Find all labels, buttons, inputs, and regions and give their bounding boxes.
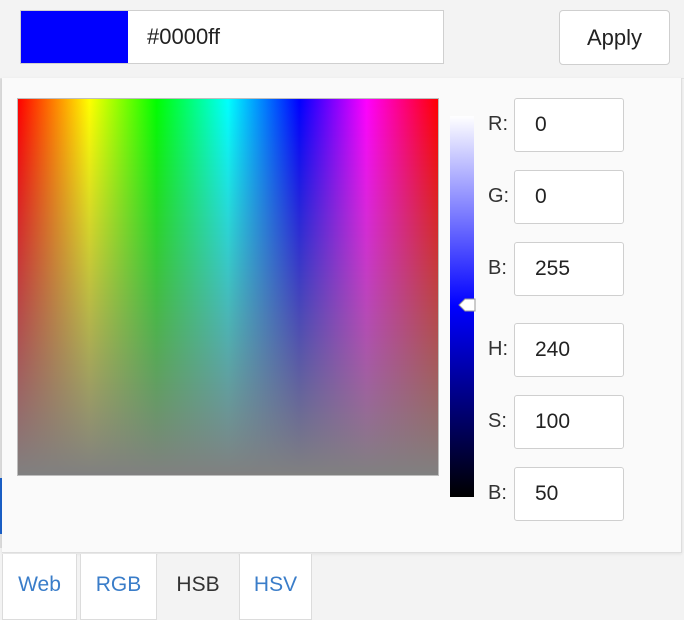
tab-hsb[interactable]: HSB: [158, 554, 238, 620]
apply-button[interactable]: Apply: [559, 10, 670, 65]
red-label: R:: [488, 113, 508, 135]
saturation-input[interactable]: [514, 395, 624, 449]
hue-label: H:: [488, 338, 508, 360]
color-swatch[interactable]: [21, 11, 128, 63]
brightness-input[interactable]: [514, 467, 624, 521]
saturation-label: S:: [488, 410, 507, 432]
green-input[interactable]: [514, 170, 624, 224]
green-label: G:: [488, 185, 510, 207]
tab-hsv[interactable]: HSV: [239, 554, 312, 620]
color-picker-page: Apply R: G: B: H: S: B: Web RGB HSB HSV: [0, 0, 684, 620]
hex-color-input[interactable]: [141, 11, 431, 63]
tab-web[interactable]: Web: [2, 554, 77, 620]
brightness-label: B:: [488, 482, 507, 504]
blue-label: B:: [488, 257, 507, 279]
red-input[interactable]: [514, 98, 624, 152]
hue-input[interactable]: [514, 323, 624, 377]
blue-input[interactable]: [514, 242, 624, 296]
color-picker-toolbar: Apply: [0, 0, 684, 79]
color-value-field: [20, 10, 444, 64]
tab-rgb[interactable]: RGB: [80, 554, 157, 620]
slider-handle-icon[interactable]: [458, 296, 476, 314]
saturation-value-area[interactable]: [17, 98, 439, 476]
